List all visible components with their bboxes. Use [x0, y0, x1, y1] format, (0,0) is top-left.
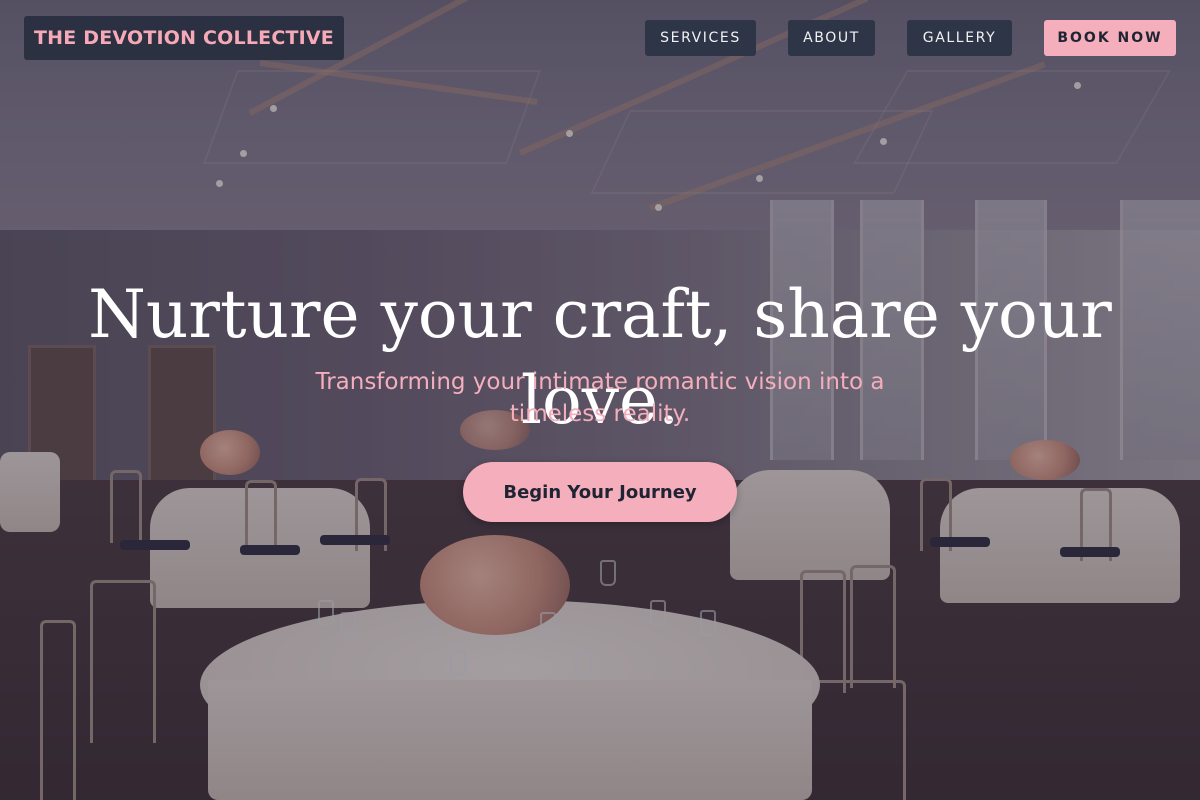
nav-about-button[interactable]: ABOUT — [788, 20, 875, 56]
brand-logo[interactable]: THE DEVOTION COLLECTIVE — [24, 16, 344, 60]
hero-subtitle: Transforming your intimate romantic visi… — [315, 369, 885, 427]
begin-journey-button[interactable]: Begin Your Journey — [463, 462, 737, 522]
nav-services-button[interactable]: SERVICES — [645, 20, 756, 56]
nav-gallery-button[interactable]: GALLERY — [907, 20, 1012, 56]
book-now-button[interactable]: BOOK NOW — [1044, 20, 1176, 56]
